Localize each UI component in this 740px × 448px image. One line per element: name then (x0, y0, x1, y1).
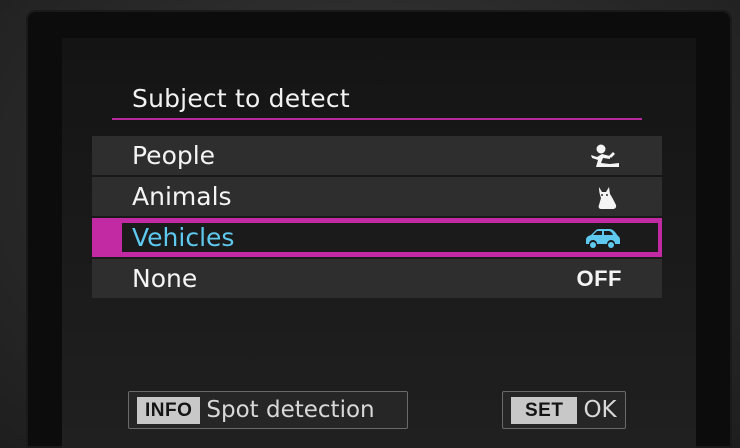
spot-detection-button[interactable]: INFO Spot detection (128, 391, 408, 429)
title-underline (112, 118, 642, 120)
off-indicator: OFF (576, 266, 622, 291)
ok-button[interactable]: SET OK (502, 391, 626, 429)
option-vehicles[interactable]: Vehicles (92, 218, 662, 257)
option-animals[interactable]: Animals (92, 177, 662, 216)
person-icon (588, 142, 622, 170)
spot-detection-label: Spot detection (206, 397, 375, 423)
ok-label: OK (583, 397, 617, 423)
menu-title: Subject to detect (132, 84, 350, 113)
vehicle-icon (582, 224, 622, 252)
option-none[interactable]: None OFF (92, 259, 662, 298)
option-label: Animals (132, 182, 232, 211)
animal-icon (592, 183, 622, 211)
set-key-badge: SET (511, 396, 578, 424)
info-key-badge: INFO (137, 396, 201, 424)
option-label: None (132, 264, 198, 293)
option-people[interactable]: People (92, 136, 662, 175)
option-label: People (132, 141, 216, 170)
option-label: Vehicles (132, 223, 235, 252)
subject-option-list: People Animals Vehicles None OFF (92, 136, 662, 300)
